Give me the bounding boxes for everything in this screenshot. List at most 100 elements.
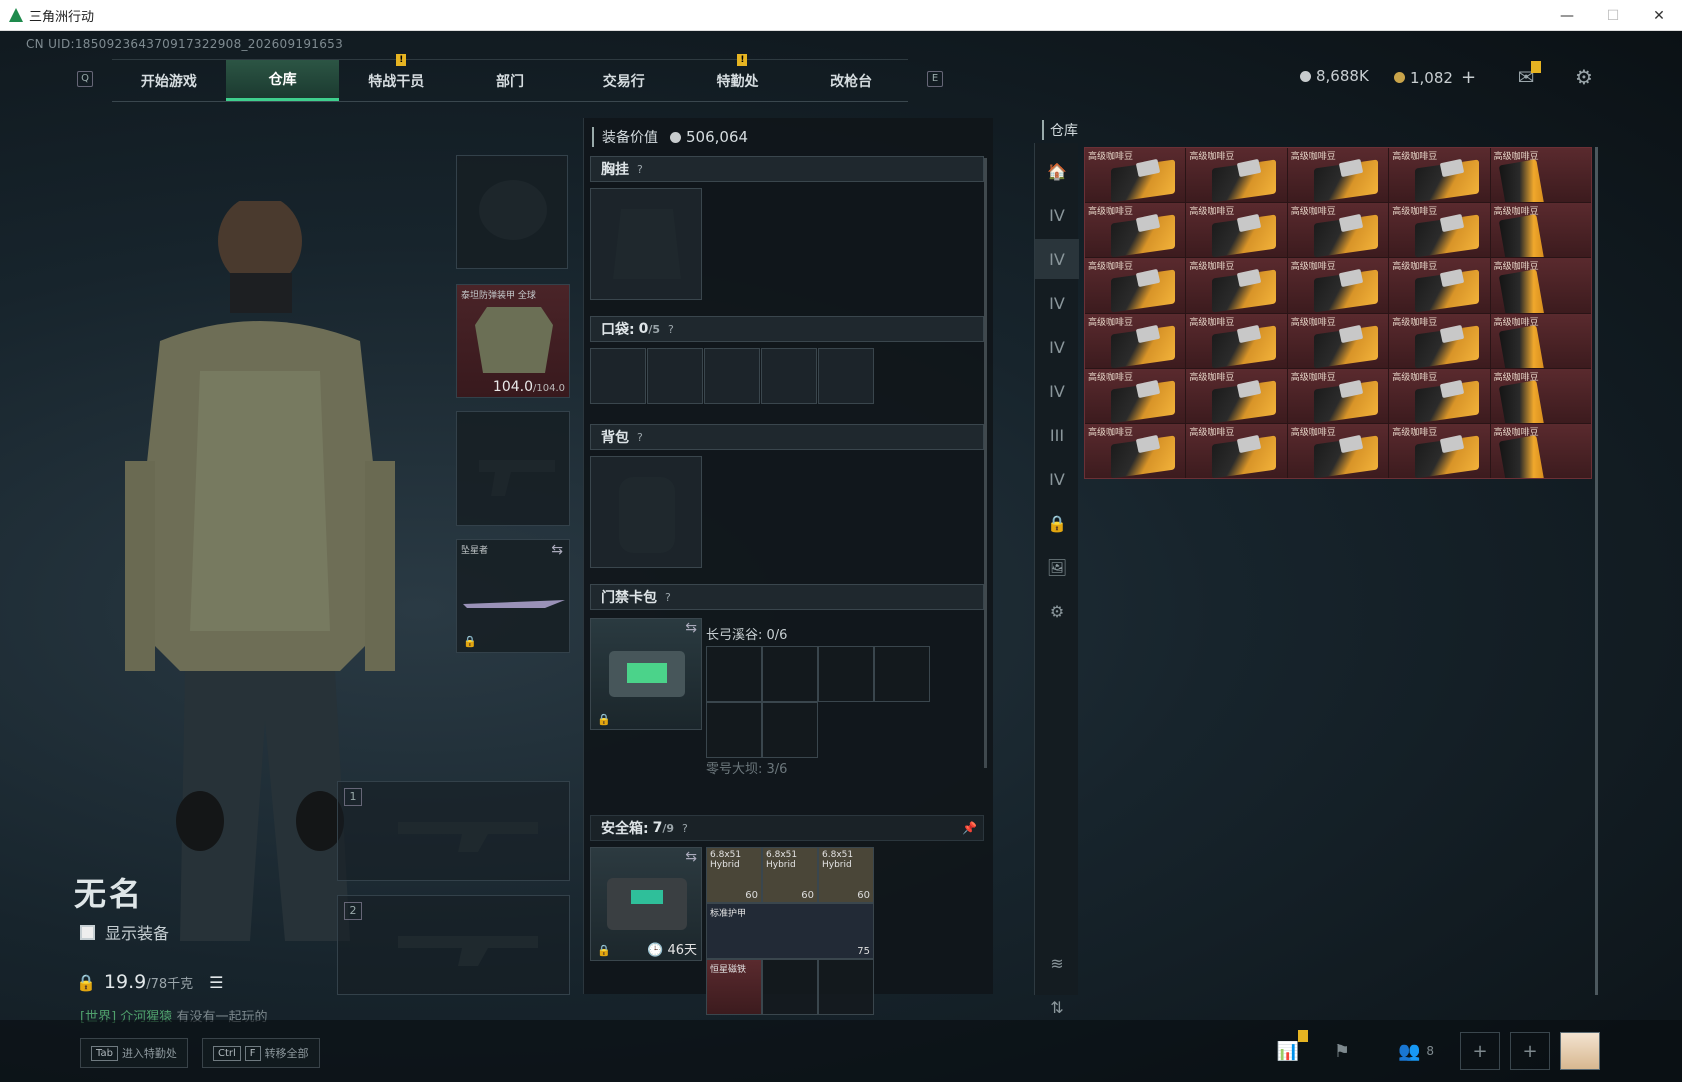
warehouse-category-7-icon[interactable]: IV <box>1035 459 1079 499</box>
warehouse-item[interactable]: 高级咖啡豆 <box>1490 148 1591 203</box>
warehouse-category-1-icon[interactable]: IV <box>1035 195 1079 235</box>
keycard-case-slot[interactable]: ⇆ 🔒 <box>590 618 702 730</box>
player-avatar[interactable] <box>1560 1032 1600 1070</box>
backpack-slot[interactable] <box>590 456 702 568</box>
warehouse-category-0-icon[interactable]: 🏠 <box>1035 151 1079 191</box>
layers-icon[interactable]: ≋ <box>1035 943 1079 983</box>
keycard-slot[interactable] <box>818 646 874 702</box>
warehouse-item[interactable]: 高级咖啡豆 <box>1186 203 1287 258</box>
warehouse-item[interactable]: 高级咖啡豆 <box>1287 258 1389 313</box>
warehouse-item[interactable]: 高级咖啡豆 <box>1389 148 1490 203</box>
warehouse-item[interactable]: 高级咖啡豆 <box>1287 423 1389 478</box>
warehouse-item[interactable]: 高级咖啡豆 <box>1287 203 1389 258</box>
stats-chart-icon[interactable]: 📊 <box>1268 1030 1308 1070</box>
flag-icon[interactable]: ⚑ <box>1322 1032 1362 1070</box>
safebox-item[interactable]: 6.8x51 Hybrid 60 <box>762 847 818 903</box>
primary-weapon-slot-2[interactable]: 2 <box>337 895 570 995</box>
safebox-item[interactable]: 标准护甲 75 <box>706 903 874 959</box>
helmet-slot[interactable] <box>456 155 568 269</box>
close-button[interactable]: ✕ <box>1636 0 1682 31</box>
help-icon[interactable]: ? <box>637 431 643 444</box>
help-icon[interactable]: ? <box>637 163 643 176</box>
warehouse-item[interactable]: 高级咖啡豆 <box>1085 368 1186 423</box>
nav-prev-key-hint[interactable]: Q <box>77 71 93 87</box>
friends-button[interactable]: 👥 8 <box>1388 1032 1444 1070</box>
keycard-slot[interactable] <box>706 702 762 758</box>
warehouse-category-9-icon[interactable]: 🖼 <box>1035 547 1079 587</box>
warehouse-item[interactable]: 高级咖啡豆 <box>1389 423 1490 478</box>
list-icon[interactable]: ☰ <box>209 973 223 992</box>
warehouse-item[interactable]: 高级咖啡豆 <box>1490 368 1591 423</box>
warehouse-item[interactable]: 高级咖啡豆 <box>1389 258 1490 313</box>
transfer-all-hint[interactable]: Ctrl F 转移全部 <box>202 1038 320 1068</box>
tab-2[interactable]: 特战干员! <box>339 54 453 101</box>
keycard-slot[interactable] <box>762 702 818 758</box>
warehouse-item[interactable]: 高级咖啡豆 <box>1287 313 1389 368</box>
settings-gear-icon[interactable]: ⚙ <box>1571 64 1597 90</box>
safebox-item[interactable]: 6.8x51 Hybrid 60 <box>818 847 874 903</box>
tab-4[interactable]: 交易行 <box>567 60 681 101</box>
minimize-button[interactable]: — <box>1544 0 1590 31</box>
tab-5[interactable]: 特勤处! <box>681 54 795 101</box>
nav-next-key-hint[interactable]: E <box>927 71 943 87</box>
warehouse-item[interactable]: 高级咖啡豆 <box>1186 368 1287 423</box>
warehouse-category-5-icon[interactable]: IV <box>1035 371 1079 411</box>
warehouse-item[interactable]: 高级咖啡豆 <box>1186 148 1287 203</box>
swap-icon[interactable]: ⇆ <box>551 542 563 558</box>
warehouse-item[interactable]: 高级咖啡豆 <box>1490 258 1591 313</box>
pocket-slot[interactable] <box>647 348 703 404</box>
warehouse-item[interactable]: 高级咖啡豆 <box>1186 313 1287 368</box>
warehouse-item[interactable]: 高级咖啡豆 <box>1186 423 1287 478</box>
warehouse-item[interactable]: 高级咖啡豆 <box>1085 203 1186 258</box>
warehouse-item[interactable]: 高级咖啡豆 <box>1389 203 1490 258</box>
help-icon[interactable]: ? <box>665 591 671 604</box>
pocket-slot[interactable] <box>761 348 817 404</box>
melee-slot[interactable]: 坠星者 ⇆ 🔒 <box>456 539 570 653</box>
warehouse-item[interactable]: 高级咖啡豆 <box>1490 313 1591 368</box>
help-icon[interactable]: ? <box>668 323 674 336</box>
warehouse-category-6-icon[interactable]: III <box>1035 415 1079 455</box>
warehouse-category-10-icon[interactable]: ⚙ <box>1035 591 1079 631</box>
tab-6[interactable]: 改枪台 <box>794 60 908 101</box>
pocket-slot[interactable] <box>818 348 874 404</box>
warehouse-item[interactable]: 高级咖啡豆 <box>1085 258 1186 313</box>
warehouse-item[interactable]: 高级咖啡豆 <box>1490 203 1591 258</box>
safebox-item[interactable]: 恒星磁铁 <box>706 959 762 1015</box>
keycard-slot[interactable] <box>706 646 762 702</box>
warehouse-category-3-icon[interactable]: IV <box>1035 283 1079 323</box>
warehouse-category-8-icon[interactable]: 🔒 <box>1035 503 1079 543</box>
safebox-slot[interactable]: ⇆ 🔒 🕒 46天 <box>590 847 702 961</box>
add-teammate-button-2[interactable]: + <box>1510 1032 1550 1070</box>
sidearm-slot[interactable] <box>456 411 570 526</box>
add-teammate-button-1[interactable]: + <box>1460 1032 1500 1070</box>
warehouse-scrollbar[interactable] <box>1595 147 1598 995</box>
warehouse-item[interactable]: 高级咖啡豆 <box>1287 148 1389 203</box>
show-equipment-checkbox[interactable] <box>80 924 95 940</box>
tab-0[interactable]: 开始游戏 <box>112 60 226 101</box>
tab-1[interactable]: 仓库 <box>225 60 340 101</box>
warehouse-item[interactable]: 高级咖啡豆 <box>1085 148 1186 203</box>
pocket-slot[interactable] <box>590 348 646 404</box>
pocket-slot[interactable] <box>704 348 760 404</box>
add-currency-button[interactable]: + <box>1461 67 1476 88</box>
primary-weapon-slot-1[interactable]: 1 <box>337 781 570 881</box>
maximize-button[interactable]: ☐ <box>1590 0 1636 31</box>
enter-special-ops-hint[interactable]: Tab 进入特勤处 <box>80 1038 188 1068</box>
warehouse-item[interactable]: 高级咖啡豆 <box>1490 423 1591 478</box>
safebox-item[interactable]: 6.8x51 Hybrid 60 <box>706 847 762 903</box>
warehouse-item[interactable]: 高级咖啡豆 <box>1287 368 1389 423</box>
safebox-empty-slot[interactable] <box>762 959 818 1015</box>
tab-3[interactable]: 部门 <box>453 60 567 101</box>
help-icon[interactable]: ? <box>682 822 688 835</box>
safebox-empty-slot[interactable] <box>818 959 874 1015</box>
warehouse-item[interactable]: 高级咖啡豆 <box>1389 313 1490 368</box>
warehouse-category-2-icon[interactable]: IV <box>1035 239 1079 279</box>
pin-icon[interactable]: 📌 <box>962 821 977 835</box>
warehouse-item[interactable]: 高级咖啡豆 <box>1085 313 1186 368</box>
warehouse-item[interactable]: 高级咖啡豆 <box>1085 423 1186 478</box>
chest-rig-slot[interactable] <box>590 188 702 300</box>
armor-slot[interactable]: 泰坦防弹装甲 全球 104.0/104.0 <box>456 284 570 398</box>
warehouse-item[interactable]: 高级咖啡豆 <box>1389 368 1490 423</box>
mail-icon[interactable]: ✉ <box>1513 61 1541 90</box>
warehouse-item[interactable]: 高级咖啡豆 <box>1186 258 1287 313</box>
